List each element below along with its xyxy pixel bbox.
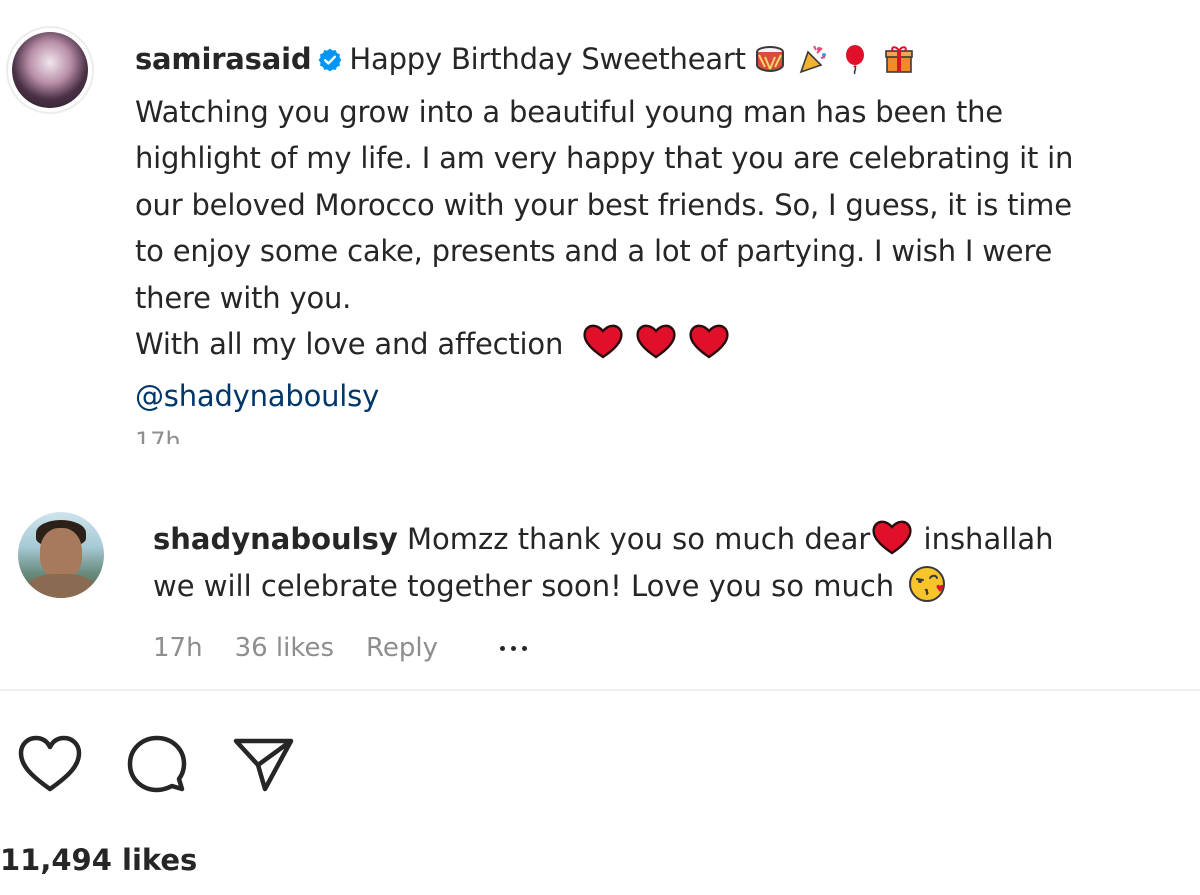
- caption-first-line: samirasaid Happy Birthday Sweetheart: [135, 36, 1185, 89]
- red-heart-emoji: [872, 520, 912, 555]
- author-username[interactable]: samirasaid: [135, 42, 312, 76]
- gift-emoji: [885, 46, 913, 73]
- caption-last-line: With all my love and affection: [135, 321, 1185, 373]
- author-avatar[interactable]: [6, 26, 94, 114]
- reply-meta: 17h 36 likes Reply: [153, 633, 559, 663]
- reply-timestamp[interactable]: 17h: [153, 633, 203, 663]
- post-timestamp[interactable]: 17h: [135, 426, 181, 444]
- reply-text-c: we will celebrate together soon! Love yo…: [153, 569, 895, 603]
- red-heart-emoji: [636, 324, 676, 359]
- face-blowing-kiss-emoji: [909, 566, 946, 602]
- drum-emoji: [755, 46, 784, 73]
- commenter-username[interactable]: shadynaboulsy: [153, 522, 398, 556]
- reply-button[interactable]: Reply: [366, 633, 438, 663]
- reply-text-a: Momzz thank you so much dear: [407, 522, 871, 556]
- avatar-body: [26, 574, 96, 598]
- reply-line-2: we will celebrate together soon! Love yo…: [153, 563, 1183, 610]
- share-icon[interactable]: [232, 735, 294, 797]
- mention-link[interactable]: @shadynaboulsy: [135, 373, 1185, 420]
- comment-icon[interactable]: [126, 735, 188, 797]
- reply-text-b: inshallah: [923, 522, 1054, 556]
- author-avatar-image: [12, 32, 88, 108]
- caption-line-2: highlight of my life. I am very happy th…: [135, 141, 1074, 175]
- heart-icon[interactable]: [18, 735, 82, 797]
- caption-line-0: Happy Birthday Sweetheart: [349, 42, 746, 76]
- post-likes-count[interactable]: 11,494 likes: [0, 843, 197, 877]
- commenter-avatar[interactable]: [18, 512, 104, 598]
- red-heart-emoji: [689, 324, 729, 359]
- caption-line-5: there with you.: [135, 280, 352, 315]
- caption-line-1: Watching you grow into a beautiful young…: [135, 94, 1003, 129]
- party-popper-emoji: [799, 45, 826, 74]
- verified-badge-icon: [317, 40, 343, 87]
- reply-line-1: shadynaboulsy Momzz thank you so much de…: [153, 516, 1183, 563]
- caption-line-4: to enjoy some cake, presents and a lot o…: [135, 234, 1053, 268]
- red-heart-emoji: [583, 324, 623, 359]
- avatar-face: [40, 528, 82, 578]
- mention-text[interactable]: @shadynaboulsy: [135, 379, 379, 413]
- caption-line-6: With all my love and affection: [135, 327, 564, 361]
- balloon-emoji: [845, 45, 864, 75]
- action-bar: [18, 735, 338, 797]
- caption-line-3: our beloved Morocco with your best frien…: [135, 187, 1072, 222]
- divider: [0, 689, 1200, 691]
- reply-likes[interactable]: 36 likes: [235, 633, 334, 663]
- more-options-icon[interactable]: [500, 645, 528, 651]
- reply-comment: shadynaboulsy Momzz thank you so much de…: [153, 516, 1183, 610]
- post-caption: samirasaid Happy Birthday Sweetheart Watc…: [135, 36, 1185, 419]
